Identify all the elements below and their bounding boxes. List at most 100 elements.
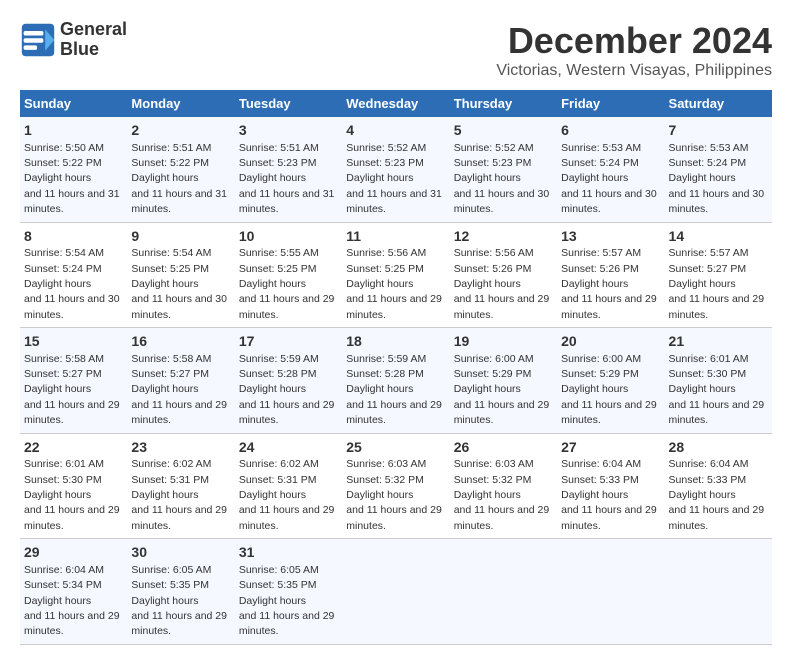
sunrise-info: Sunrise: 5:53 AM [669,142,749,154]
daylight-label: Daylight hours [239,383,306,395]
logo-icon [20,22,56,58]
day-number: 1 [24,121,123,141]
sunset-info: Sunset: 5:25 PM [346,263,424,275]
day-cell: 19 Sunrise: 6:00 AM Sunset: 5:29 PM Dayl… [450,328,557,434]
sunrise-info: Sunrise: 6:01 AM [669,353,749,365]
day-number: 25 [346,438,445,458]
day-cell: 28 Sunrise: 6:04 AM Sunset: 5:33 PM Dayl… [665,433,772,539]
sunrise-info: Sunrise: 5:57 AM [561,247,641,259]
daylight-duration: and 11 hours and 30 minutes. [454,188,550,215]
day-cell [557,539,664,645]
daylight-duration: and 11 hours and 29 minutes. [24,610,120,637]
day-number: 29 [24,543,123,563]
sunrise-info: Sunrise: 6:05 AM [131,564,211,576]
daylight-label: Daylight hours [24,595,91,607]
daylight-label: Daylight hours [454,489,521,501]
sunrise-info: Sunrise: 6:03 AM [454,458,534,470]
daylight-label: Daylight hours [669,383,736,395]
daylight-duration: and 11 hours and 29 minutes. [454,399,550,426]
day-cell: 4 Sunrise: 5:52 AM Sunset: 5:23 PM Dayli… [342,117,449,222]
daylight-label: Daylight hours [131,278,198,290]
day-cell: 2 Sunrise: 5:51 AM Sunset: 5:22 PM Dayli… [127,117,234,222]
day-cell: 5 Sunrise: 5:52 AM Sunset: 5:23 PM Dayli… [450,117,557,222]
sunrise-info: Sunrise: 5:53 AM [561,142,641,154]
daylight-duration: and 11 hours and 29 minutes. [561,293,657,320]
day-number: 7 [669,121,768,141]
header-day-thursday: Thursday [450,90,557,117]
day-cell: 29 Sunrise: 6:04 AM Sunset: 5:34 PM Dayl… [20,539,127,645]
sunset-info: Sunset: 5:24 PM [561,157,639,169]
sunrise-info: Sunrise: 6:03 AM [346,458,426,470]
daylight-duration: and 11 hours and 29 minutes. [24,504,120,531]
day-number: 4 [346,121,445,141]
daylight-duration: and 11 hours and 29 minutes. [561,504,657,531]
daylight-label: Daylight hours [24,172,91,184]
sunrise-info: Sunrise: 6:00 AM [454,353,534,365]
day-number: 3 [239,121,338,141]
daylight-duration: and 11 hours and 29 minutes. [561,399,657,426]
daylight-duration: and 11 hours and 29 minutes. [454,293,550,320]
daylight-label: Daylight hours [669,489,736,501]
daylight-duration: and 11 hours and 29 minutes. [239,504,335,531]
daylight-duration: and 11 hours and 29 minutes. [669,504,765,531]
day-number: 17 [239,332,338,352]
logo-line1: General [60,19,127,39]
sunrise-info: Sunrise: 5:50 AM [24,142,104,154]
day-number: 20 [561,332,660,352]
sunset-info: Sunset: 5:28 PM [239,368,317,380]
daylight-duration: and 11 hours and 30 minutes. [131,293,227,320]
day-number: 14 [669,227,768,247]
day-cell: 13 Sunrise: 5:57 AM Sunset: 5:26 PM Dayl… [557,222,664,328]
sunrise-info: Sunrise: 5:59 AM [346,353,426,365]
daylight-label: Daylight hours [454,172,521,184]
sunrise-info: Sunrise: 6:04 AM [561,458,641,470]
day-number: 9 [131,227,230,247]
sunset-info: Sunset: 5:23 PM [346,157,424,169]
header-day-saturday: Saturday [665,90,772,117]
day-cell: 31 Sunrise: 6:05 AM Sunset: 5:35 PM Dayl… [235,539,342,645]
daylight-duration: and 11 hours and 29 minutes. [239,610,335,637]
day-cell: 21 Sunrise: 6:01 AM Sunset: 5:30 PM Dayl… [665,328,772,434]
daylight-duration: and 11 hours and 30 minutes. [561,188,657,215]
daylight-label: Daylight hours [454,383,521,395]
sunset-info: Sunset: 5:35 PM [131,579,209,591]
sunrise-info: Sunrise: 5:56 AM [454,247,534,259]
day-number: 2 [131,121,230,141]
day-cell: 18 Sunrise: 5:59 AM Sunset: 5:28 PM Dayl… [342,328,449,434]
daylight-duration: and 11 hours and 31 minutes. [131,188,227,215]
day-cell: 26 Sunrise: 6:03 AM Sunset: 5:32 PM Dayl… [450,433,557,539]
sunrise-info: Sunrise: 6:05 AM [239,564,319,576]
daylight-label: Daylight hours [346,278,413,290]
sunset-info: Sunset: 5:26 PM [561,263,639,275]
sunrise-info: Sunrise: 5:55 AM [239,247,319,259]
sunrise-info: Sunrise: 5:54 AM [24,247,104,259]
daylight-label: Daylight hours [24,489,91,501]
day-cell: 17 Sunrise: 5:59 AM Sunset: 5:28 PM Dayl… [235,328,342,434]
day-number: 11 [346,227,445,247]
day-cell [665,539,772,645]
day-number: 13 [561,227,660,247]
day-cell: 14 Sunrise: 5:57 AM Sunset: 5:27 PM Dayl… [665,222,772,328]
daylight-label: Daylight hours [561,278,628,290]
sunrise-info: Sunrise: 5:56 AM [346,247,426,259]
day-number: 23 [131,438,230,458]
day-cell: 25 Sunrise: 6:03 AM Sunset: 5:32 PM Dayl… [342,433,449,539]
day-cell: 30 Sunrise: 6:05 AM Sunset: 5:35 PM Dayl… [127,539,234,645]
daylight-duration: and 11 hours and 29 minutes. [24,399,120,426]
header-day-sunday: Sunday [20,90,127,117]
sunset-info: Sunset: 5:26 PM [454,263,532,275]
day-cell [342,539,449,645]
sunrise-info: Sunrise: 5:51 AM [131,142,211,154]
daylight-label: Daylight hours [669,278,736,290]
daylight-duration: and 11 hours and 30 minutes. [24,293,120,320]
sunset-info: Sunset: 5:32 PM [454,474,532,486]
day-number: 26 [454,438,553,458]
daylight-duration: and 11 hours and 29 minutes. [131,504,227,531]
daylight-duration: and 11 hours and 29 minutes. [346,399,442,426]
day-cell: 3 Sunrise: 5:51 AM Sunset: 5:23 PM Dayli… [235,117,342,222]
sunset-info: Sunset: 5:25 PM [239,263,317,275]
sunset-info: Sunset: 5:28 PM [346,368,424,380]
daylight-duration: and 11 hours and 29 minutes. [346,293,442,320]
week-row-1: 1 Sunrise: 5:50 AM Sunset: 5:22 PM Dayli… [20,117,772,222]
sunset-info: Sunset: 5:27 PM [24,368,102,380]
